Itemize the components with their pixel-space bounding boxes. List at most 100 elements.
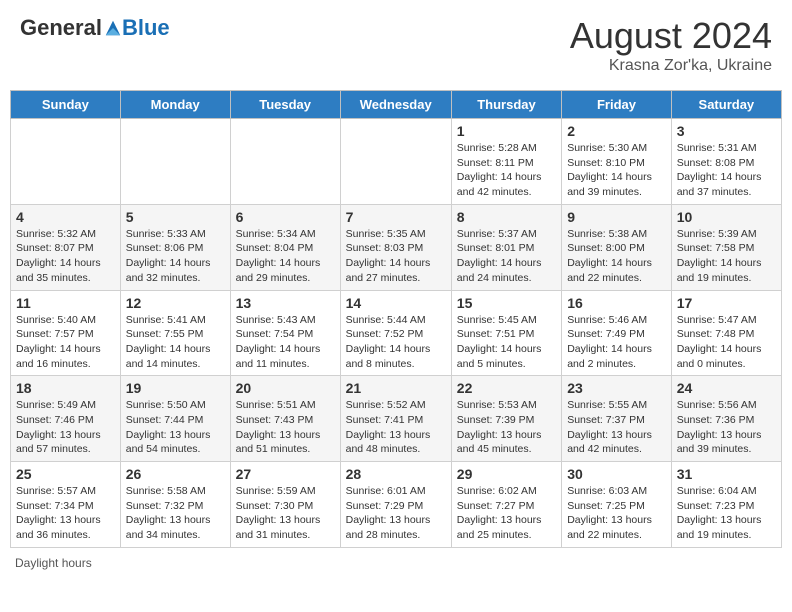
day-number: 3 <box>677 123 776 139</box>
calendar-cell: 15 Sunrise: 5:45 AM Sunset: 7:51 PM Dayli… <box>451 290 561 376</box>
calendar-table: SundayMondayTuesdayWednesdayThursdayFrid… <box>10 90 782 548</box>
day-number: 23 <box>567 380 666 396</box>
calendar-week-row: 1Sunrise: 5:28 AM Sunset: 8:11 PM Daylig… <box>11 119 782 205</box>
day-info: Sunrise: 5:50 AM Sunset: 7:44 PM Dayligh… <box>126 398 225 457</box>
day-number: 21 <box>346 380 446 396</box>
day-number: 6 <box>236 209 335 225</box>
day-header-wednesday: Wednesday <box>340 91 451 119</box>
calendar-cell: 14 Sunrise: 5:44 AM Sunset: 7:52 PM Dayli… <box>340 290 451 376</box>
day-number: 11 <box>16 295 115 311</box>
day-info: Sunrise: 5:53 AM Sunset: 7:39 PM Dayligh… <box>457 398 556 457</box>
calendar-cell: 5 Sunrise: 5:33 AM Sunset: 8:06 PM Daylig… <box>120 204 230 290</box>
day-info: Sunrise: 5:56 AM Sunset: 7:36 PM Dayligh… <box>677 398 776 457</box>
day-info: Sunrise: 5:49 AM Sunset: 7:46 PM Dayligh… <box>16 398 115 457</box>
day-number: 19 <box>126 380 225 396</box>
day-header-tuesday: Tuesday <box>230 91 340 119</box>
calendar-cell <box>120 119 230 205</box>
day-info: Sunrise: 5:51 AM Sunset: 7:43 PM Dayligh… <box>236 398 335 457</box>
day-header-thursday: Thursday <box>451 91 561 119</box>
day-number: 28 <box>346 466 446 482</box>
day-info: Sunrise: 5:30 AM Sunset: 8:10 PM Dayligh… <box>567 141 666 200</box>
calendar-week-row: 18Sunrise: 5:49 AM Sunset: 7:46 PM Dayli… <box>11 376 782 462</box>
day-info: Sunrise: 5:40 AM Sunset: 7:57 PM Dayligh… <box>16 313 115 372</box>
day-number: 2 <box>567 123 666 139</box>
day-info: Sunrise: 5:33 AM Sunset: 8:06 PM Dayligh… <box>126 227 225 286</box>
day-info: Sunrise: 5:38 AM Sunset: 8:00 PM Dayligh… <box>567 227 666 286</box>
day-info: Sunrise: 5:31 AM Sunset: 8:08 PM Dayligh… <box>677 141 776 200</box>
logo-icon <box>104 19 122 37</box>
logo: General Blue <box>20 15 170 41</box>
calendar-title: August 2024 <box>570 15 772 57</box>
calendar-cell: 18Sunrise: 5:49 AM Sunset: 7:46 PM Dayli… <box>11 376 121 462</box>
calendar-cell: 31Sunrise: 6:04 AM Sunset: 7:23 PM Dayli… <box>671 462 781 548</box>
day-number: 29 <box>457 466 556 482</box>
day-number: 16 <box>567 295 666 311</box>
day-info: Sunrise: 6:03 AM Sunset: 7:25 PM Dayligh… <box>567 484 666 543</box>
day-number: 10 <box>677 209 776 225</box>
day-number: 9 <box>567 209 666 225</box>
calendar-week-row: 11 Sunrise: 5:40 AM Sunset: 7:57 PM Dayli… <box>11 290 782 376</box>
day-header-saturday: Saturday <box>671 91 781 119</box>
day-info: Sunrise: 5:44 AM Sunset: 7:52 PM Dayligh… <box>346 313 446 372</box>
day-number: 5 <box>126 209 225 225</box>
calendar-cell: 21 Sunrise: 5:52 AM Sunset: 7:41 PM Dayli… <box>340 376 451 462</box>
calendar-header-row: SundayMondayTuesdayWednesdayThursdayFrid… <box>11 91 782 119</box>
calendar-cell: 4 Sunrise: 5:32 AM Sunset: 8:07 PM Daylig… <box>11 204 121 290</box>
day-number: 15 <box>457 295 556 311</box>
logo-blue-text: Blue <box>122 15 170 41</box>
day-number: 31 <box>677 466 776 482</box>
day-info: Sunrise: 5:34 AM Sunset: 8:04 PM Dayligh… <box>236 227 335 286</box>
day-number: 8 <box>457 209 556 225</box>
calendar-cell: 13Sunrise: 5:43 AM Sunset: 7:54 PM Dayli… <box>230 290 340 376</box>
calendar-cell: 24 Sunrise: 5:56 AM Sunset: 7:36 PM Dayli… <box>671 376 781 462</box>
day-number: 25 <box>16 466 115 482</box>
title-block: August 2024 Krasna Zor'ka, Ukraine <box>570 15 772 75</box>
calendar-cell: 19 Sunrise: 5:50 AM Sunset: 7:44 PM Dayli… <box>120 376 230 462</box>
day-info: Sunrise: 5:39 AM Sunset: 7:58 PM Dayligh… <box>677 227 776 286</box>
day-header-sunday: Sunday <box>11 91 121 119</box>
calendar-cell: 9 Sunrise: 5:38 AM Sunset: 8:00 PM Daylig… <box>562 204 672 290</box>
day-number: 24 <box>677 380 776 396</box>
page-header: General Blue August 2024 Krasna Zor'ka, … <box>10 10 782 80</box>
calendar-cell: 3 Sunrise: 5:31 AM Sunset: 8:08 PM Daylig… <box>671 119 781 205</box>
day-info: Sunrise: 5:46 AM Sunset: 7:49 PM Dayligh… <box>567 313 666 372</box>
day-info: Sunrise: 5:45 AM Sunset: 7:51 PM Dayligh… <box>457 313 556 372</box>
day-header-friday: Friday <box>562 91 672 119</box>
day-number: 22 <box>457 380 556 396</box>
calendar-cell: 22 Sunrise: 5:53 AM Sunset: 7:39 PM Dayli… <box>451 376 561 462</box>
calendar-cell: 26Sunrise: 5:58 AM Sunset: 7:32 PM Dayli… <box>120 462 230 548</box>
footer-note: Daylight hours <box>10 556 782 570</box>
calendar-cell: 12Sunrise: 5:41 AM Sunset: 7:55 PM Dayli… <box>120 290 230 376</box>
day-info: Sunrise: 5:58 AM Sunset: 7:32 PM Dayligh… <box>126 484 225 543</box>
calendar-cell: 30 Sunrise: 6:03 AM Sunset: 7:25 PM Dayli… <box>562 462 672 548</box>
calendar-cell: 8 Sunrise: 5:37 AM Sunset: 8:01 PM Daylig… <box>451 204 561 290</box>
day-info: Sunrise: 5:35 AM Sunset: 8:03 PM Dayligh… <box>346 227 446 286</box>
day-info: Sunrise: 5:37 AM Sunset: 8:01 PM Dayligh… <box>457 227 556 286</box>
calendar-cell: 17 Sunrise: 5:47 AM Sunset: 7:48 PM Dayli… <box>671 290 781 376</box>
calendar-cell: 23 Sunrise: 5:55 AM Sunset: 7:37 PM Dayli… <box>562 376 672 462</box>
calendar-cell: 7Sunrise: 5:35 AM Sunset: 8:03 PM Daylig… <box>340 204 451 290</box>
day-number: 27 <box>236 466 335 482</box>
day-info: Sunrise: 5:43 AM Sunset: 7:54 PM Dayligh… <box>236 313 335 372</box>
calendar-cell: 10 Sunrise: 5:39 AM Sunset: 7:58 PM Dayli… <box>671 204 781 290</box>
day-info: Sunrise: 5:57 AM Sunset: 7:34 PM Dayligh… <box>16 484 115 543</box>
day-info: Sunrise: 5:47 AM Sunset: 7:48 PM Dayligh… <box>677 313 776 372</box>
calendar-cell <box>340 119 451 205</box>
day-info: Sunrise: 5:52 AM Sunset: 7:41 PM Dayligh… <box>346 398 446 457</box>
calendar-cell: 2 Sunrise: 5:30 AM Sunset: 8:10 PM Daylig… <box>562 119 672 205</box>
calendar-cell: 29 Sunrise: 6:02 AM Sunset: 7:27 PM Dayli… <box>451 462 561 548</box>
day-info: Sunrise: 5:41 AM Sunset: 7:55 PM Dayligh… <box>126 313 225 372</box>
calendar-cell <box>230 119 340 205</box>
day-number: 17 <box>677 295 776 311</box>
day-number: 4 <box>16 209 115 225</box>
calendar-week-row: 4 Sunrise: 5:32 AM Sunset: 8:07 PM Daylig… <box>11 204 782 290</box>
day-info: Sunrise: 6:02 AM Sunset: 7:27 PM Dayligh… <box>457 484 556 543</box>
day-number: 30 <box>567 466 666 482</box>
calendar-subtitle: Krasna Zor'ka, Ukraine <box>570 57 772 75</box>
calendar-cell <box>11 119 121 205</box>
day-number: 14 <box>346 295 446 311</box>
calendar-cell: 1Sunrise: 5:28 AM Sunset: 8:11 PM Daylig… <box>451 119 561 205</box>
calendar-cell: 25 Sunrise: 5:57 AM Sunset: 7:34 PM Dayli… <box>11 462 121 548</box>
day-info: Sunrise: 5:32 AM Sunset: 8:07 PM Dayligh… <box>16 227 115 286</box>
day-info: Sunrise: 5:55 AM Sunset: 7:37 PM Dayligh… <box>567 398 666 457</box>
